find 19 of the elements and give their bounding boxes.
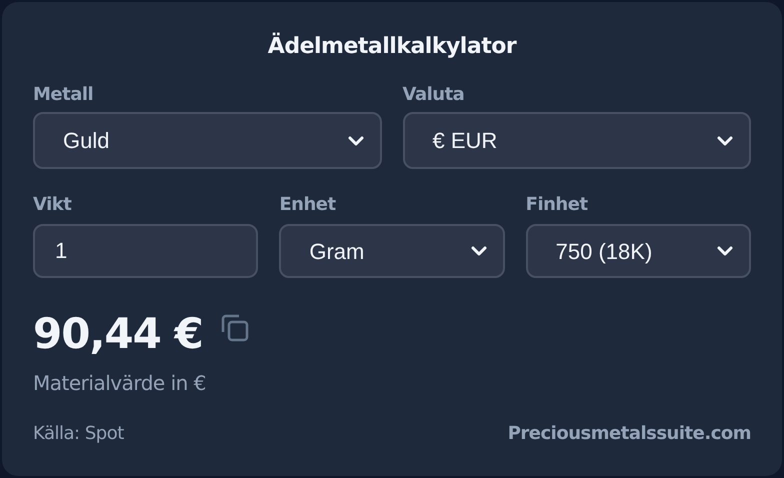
result-caption: Materialvärde in € (33, 370, 207, 397)
field-label: Enhet (279, 194, 337, 216)
result-value: 90,44 € (33, 308, 203, 360)
calculator-title: Ädelmetallkalkylator (266, 32, 518, 61)
chevron-down-icon (717, 136, 733, 146)
dropdown[interactable]: Guld (33, 112, 382, 169)
website-link[interactable]: Preciousmetalssuite.com (508, 420, 751, 447)
chevron-down-icon (716, 246, 733, 256)
field-label: Valuta (402, 84, 466, 106)
input-field[interactable]: 1 (33, 224, 258, 278)
dropdown[interactable]: Gram (279, 224, 505, 278)
field-label: Finhet (526, 194, 589, 216)
chevron-down-icon (348, 136, 364, 146)
source-label: Källa: Spot (33, 422, 124, 446)
dropdown[interactable]: 750 (18K) (526, 224, 751, 278)
field-label: Vikt (33, 194, 72, 216)
dropdown[interactable]: € EUR (402, 112, 751, 169)
chevron-down-icon (470, 246, 487, 256)
field-label: Metall (33, 84, 94, 106)
